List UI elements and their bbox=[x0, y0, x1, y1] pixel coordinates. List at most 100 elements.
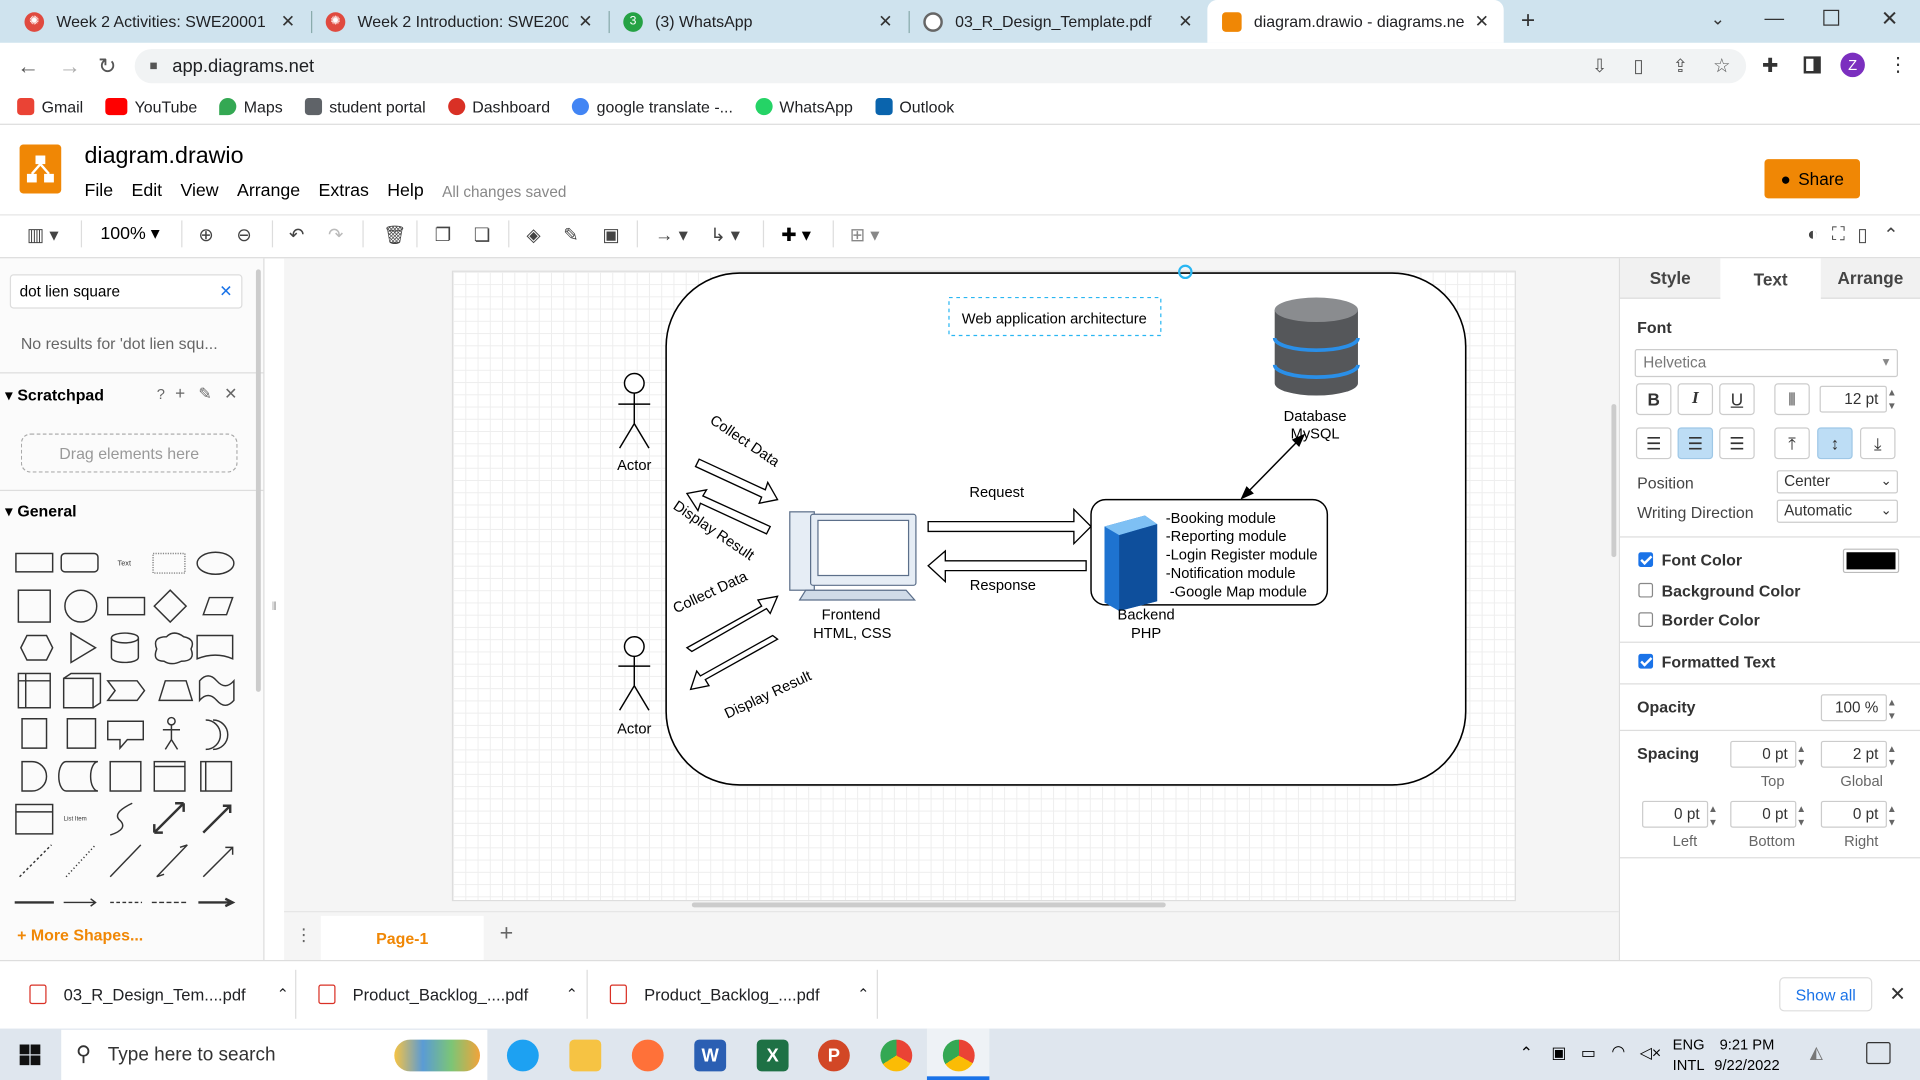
maximize-icon[interactable] bbox=[1823, 9, 1840, 26]
canvas-vertical-scrollbar[interactable] bbox=[1611, 404, 1617, 558]
spacing-right-input[interactable]: 0 pt bbox=[1820, 800, 1887, 828]
font-size-input[interactable]: 12 pt bbox=[1819, 385, 1887, 413]
format-panel-toggle-icon[interactable]: ▥ ▾ bbox=[27, 224, 59, 246]
tray-device-icon[interactable]: ▣ bbox=[1551, 1043, 1566, 1063]
to-back-icon[interactable]: ❏ bbox=[474, 224, 490, 246]
tab-arrange[interactable]: Arrange bbox=[1820, 258, 1920, 299]
bold-button[interactable]: B bbox=[1635, 383, 1672, 416]
delete-icon[interactable]: 🗑 bbox=[383, 224, 406, 246]
bookmark-star-icon[interactable]: ☆ bbox=[1713, 54, 1731, 78]
spacing-top-input[interactable]: 0 pt bbox=[1730, 740, 1797, 768]
tray-chevron-icon[interactable]: ⌃ bbox=[1520, 1043, 1533, 1063]
zoom-dropdown[interactable]: 100% ▾ bbox=[100, 224, 159, 244]
language-indicator[interactable]: ENG INTL bbox=[1673, 1035, 1705, 1077]
spacing-bottom-stepper[interactable]: ▲ ▼ bbox=[1796, 802, 1806, 829]
opacity-input[interactable]: 100 % bbox=[1820, 694, 1887, 722]
menu-view[interactable]: View bbox=[180, 181, 218, 201]
widget-icon[interactable]: ◭ bbox=[1810, 1042, 1844, 1069]
bookmark-maps[interactable]: Maps bbox=[219, 97, 283, 116]
format-toggle-icon[interactable]: ▯ bbox=[1858, 224, 1868, 246]
browser-tab-3[interactable]: 3 (3) WhatsApp ✕ bbox=[609, 0, 908, 43]
bookmark-google-translate[interactable]: google translate -... bbox=[572, 97, 733, 116]
chevron-up-icon[interactable]: ⌃ bbox=[566, 986, 578, 1003]
align-left-icon[interactable]: ☰ bbox=[1635, 427, 1672, 460]
pages-menu-icon[interactable]: ⋮ bbox=[295, 924, 312, 945]
spacing-bottom-input[interactable]: 0 pt bbox=[1730, 800, 1797, 828]
browser-tab-2[interactable]: ✺ Week 2 Introduction: SWE20001 | ✕ bbox=[311, 0, 607, 43]
file-explorer-icon[interactable] bbox=[569, 1039, 602, 1072]
download-item-3[interactable]: Product_Backlog_....pdf ⌃ bbox=[609, 976, 869, 1013]
underline-button[interactable]: U bbox=[1719, 383, 1755, 416]
italic-button[interactable]: I bbox=[1677, 383, 1714, 416]
canvas-horizontal-scrollbar[interactable] bbox=[691, 902, 1166, 908]
sidebar-scrollbar[interactable] bbox=[255, 269, 261, 692]
waypoints-icon[interactable]: ↳ ▾ bbox=[710, 224, 740, 246]
menu-file[interactable]: File bbox=[84, 181, 113, 201]
page-tab-1[interactable]: Page-1 bbox=[320, 915, 484, 961]
chrome-menu-icon[interactable]: ⋮ bbox=[1888, 53, 1908, 77]
align-right-icon[interactable]: ☰ bbox=[1719, 427, 1755, 460]
menu-help[interactable]: Help bbox=[387, 181, 424, 201]
install-icon[interactable]: ⇩ bbox=[1592, 55, 1607, 77]
share-button[interactable]: ● Share bbox=[1764, 159, 1861, 199]
connection-icon[interactable]: → ▾ bbox=[655, 224, 688, 246]
chevron-up-icon[interactable]: ⌃ bbox=[277, 986, 289, 1003]
page-icon[interactable]: ▯ bbox=[1633, 55, 1643, 77]
tab-search-icon[interactable]: ⌄ bbox=[1711, 9, 1725, 30]
scratchpad-help-icon[interactable]: ? bbox=[157, 386, 165, 403]
scratchpad-header[interactable]: ▾ Scratchpad bbox=[5, 386, 104, 406]
close-tab-icon[interactable]: ✕ bbox=[1178, 11, 1192, 32]
download-item-2[interactable]: Product_Backlog_....pdf ⌃ bbox=[318, 976, 578, 1013]
bookmark-gmail[interactable]: Gmail bbox=[17, 97, 83, 116]
actor-top-icon[interactable] bbox=[618, 372, 651, 449]
formatted-text-checkbox[interactable] bbox=[1638, 653, 1654, 669]
window-close-icon[interactable]: ✕ bbox=[1881, 7, 1898, 31]
zoom-out-icon[interactable]: ⊖ bbox=[236, 224, 251, 246]
fullscreen-icon[interactable]: ⛶ bbox=[1832, 224, 1845, 245]
extensions-icon[interactable]: ✚ bbox=[1762, 54, 1778, 78]
taskbar-search-box[interactable]: ⚲ Type here to search bbox=[61, 1029, 488, 1080]
valign-bottom-icon[interactable]: ⤓ bbox=[1860, 427, 1896, 460]
windows-start-icon[interactable] bbox=[19, 1044, 41, 1066]
undo-icon[interactable]: ↶ bbox=[289, 224, 304, 246]
bookmark-student-portal[interactable]: student portal bbox=[304, 97, 426, 116]
menu-extras[interactable]: Extras bbox=[319, 181, 369, 201]
browser-tab-1[interactable]: ✺ Week 2 Activities: SWE20001 MA ✕ bbox=[10, 0, 310, 43]
redo-icon[interactable]: ↷ bbox=[328, 224, 343, 246]
fill-color-icon[interactable]: ◈ bbox=[527, 224, 541, 246]
sidepanel-icon[interactable] bbox=[1803, 56, 1821, 74]
spacing-left-stepper[interactable]: ▲ ▼ bbox=[1708, 802, 1718, 829]
wifi-icon[interactable]: ◠ bbox=[1611, 1042, 1625, 1062]
volume-icon[interactable]: ◁× bbox=[1640, 1043, 1662, 1063]
font-size-stepper[interactable]: ▲ ▼ bbox=[1887, 386, 1897, 413]
vertical-text-icon[interactable]: ⦀ bbox=[1774, 383, 1810, 416]
share-page-icon[interactable]: ⇪ bbox=[1673, 55, 1688, 77]
border-color-checkbox[interactable] bbox=[1638, 612, 1654, 627]
spacing-left-input[interactable]: 0 pt bbox=[1642, 800, 1709, 828]
shape-search-input[interactable]: dot lien square ✕ bbox=[9, 274, 243, 309]
close-tab-icon[interactable]: ✕ bbox=[578, 11, 592, 32]
shadow-icon[interactable]: ▣ bbox=[602, 224, 619, 246]
address-bar[interactable]: ■ app.diagrams.net bbox=[134, 48, 1747, 84]
chrome-icon[interactable] bbox=[880, 1039, 913, 1072]
sidebar-resize-handle[interactable]: ⦀ bbox=[272, 600, 277, 613]
general-header[interactable]: ▾ General bbox=[5, 502, 77, 522]
backend-server-icon[interactable] bbox=[1104, 515, 1158, 612]
close-tab-icon[interactable]: ✕ bbox=[281, 11, 295, 32]
writing-direction-select[interactable]: Automatic ⌄ bbox=[1776, 499, 1898, 523]
more-shapes-button[interactable]: + More Shapes... bbox=[17, 926, 143, 944]
new-tab-icon[interactable]: + bbox=[1521, 7, 1535, 35]
scratchpad-dropzone[interactable]: Drag elements here bbox=[20, 433, 238, 473]
database-icon[interactable] bbox=[1272, 297, 1360, 396]
bookmark-dashboard[interactable]: Dashboard bbox=[447, 97, 550, 116]
appearance-icon[interactable]: ◐ bbox=[1807, 224, 1818, 245]
bookmark-outlook[interactable]: Outlook bbox=[874, 97, 954, 116]
font-color-swatch[interactable] bbox=[1842, 548, 1900, 574]
valign-top-icon[interactable]: ⤒ bbox=[1774, 427, 1810, 460]
opacity-stepper[interactable]: ▲ ▼ bbox=[1887, 696, 1897, 723]
powerpoint-icon[interactable]: P bbox=[817, 1039, 850, 1072]
spacing-global-input[interactable]: 2 pt bbox=[1820, 740, 1887, 768]
valign-middle-icon[interactable]: ↕ bbox=[1817, 427, 1853, 460]
word-icon[interactable]: W bbox=[694, 1039, 727, 1072]
chevron-up-icon[interactable]: ⌃ bbox=[857, 986, 869, 1003]
